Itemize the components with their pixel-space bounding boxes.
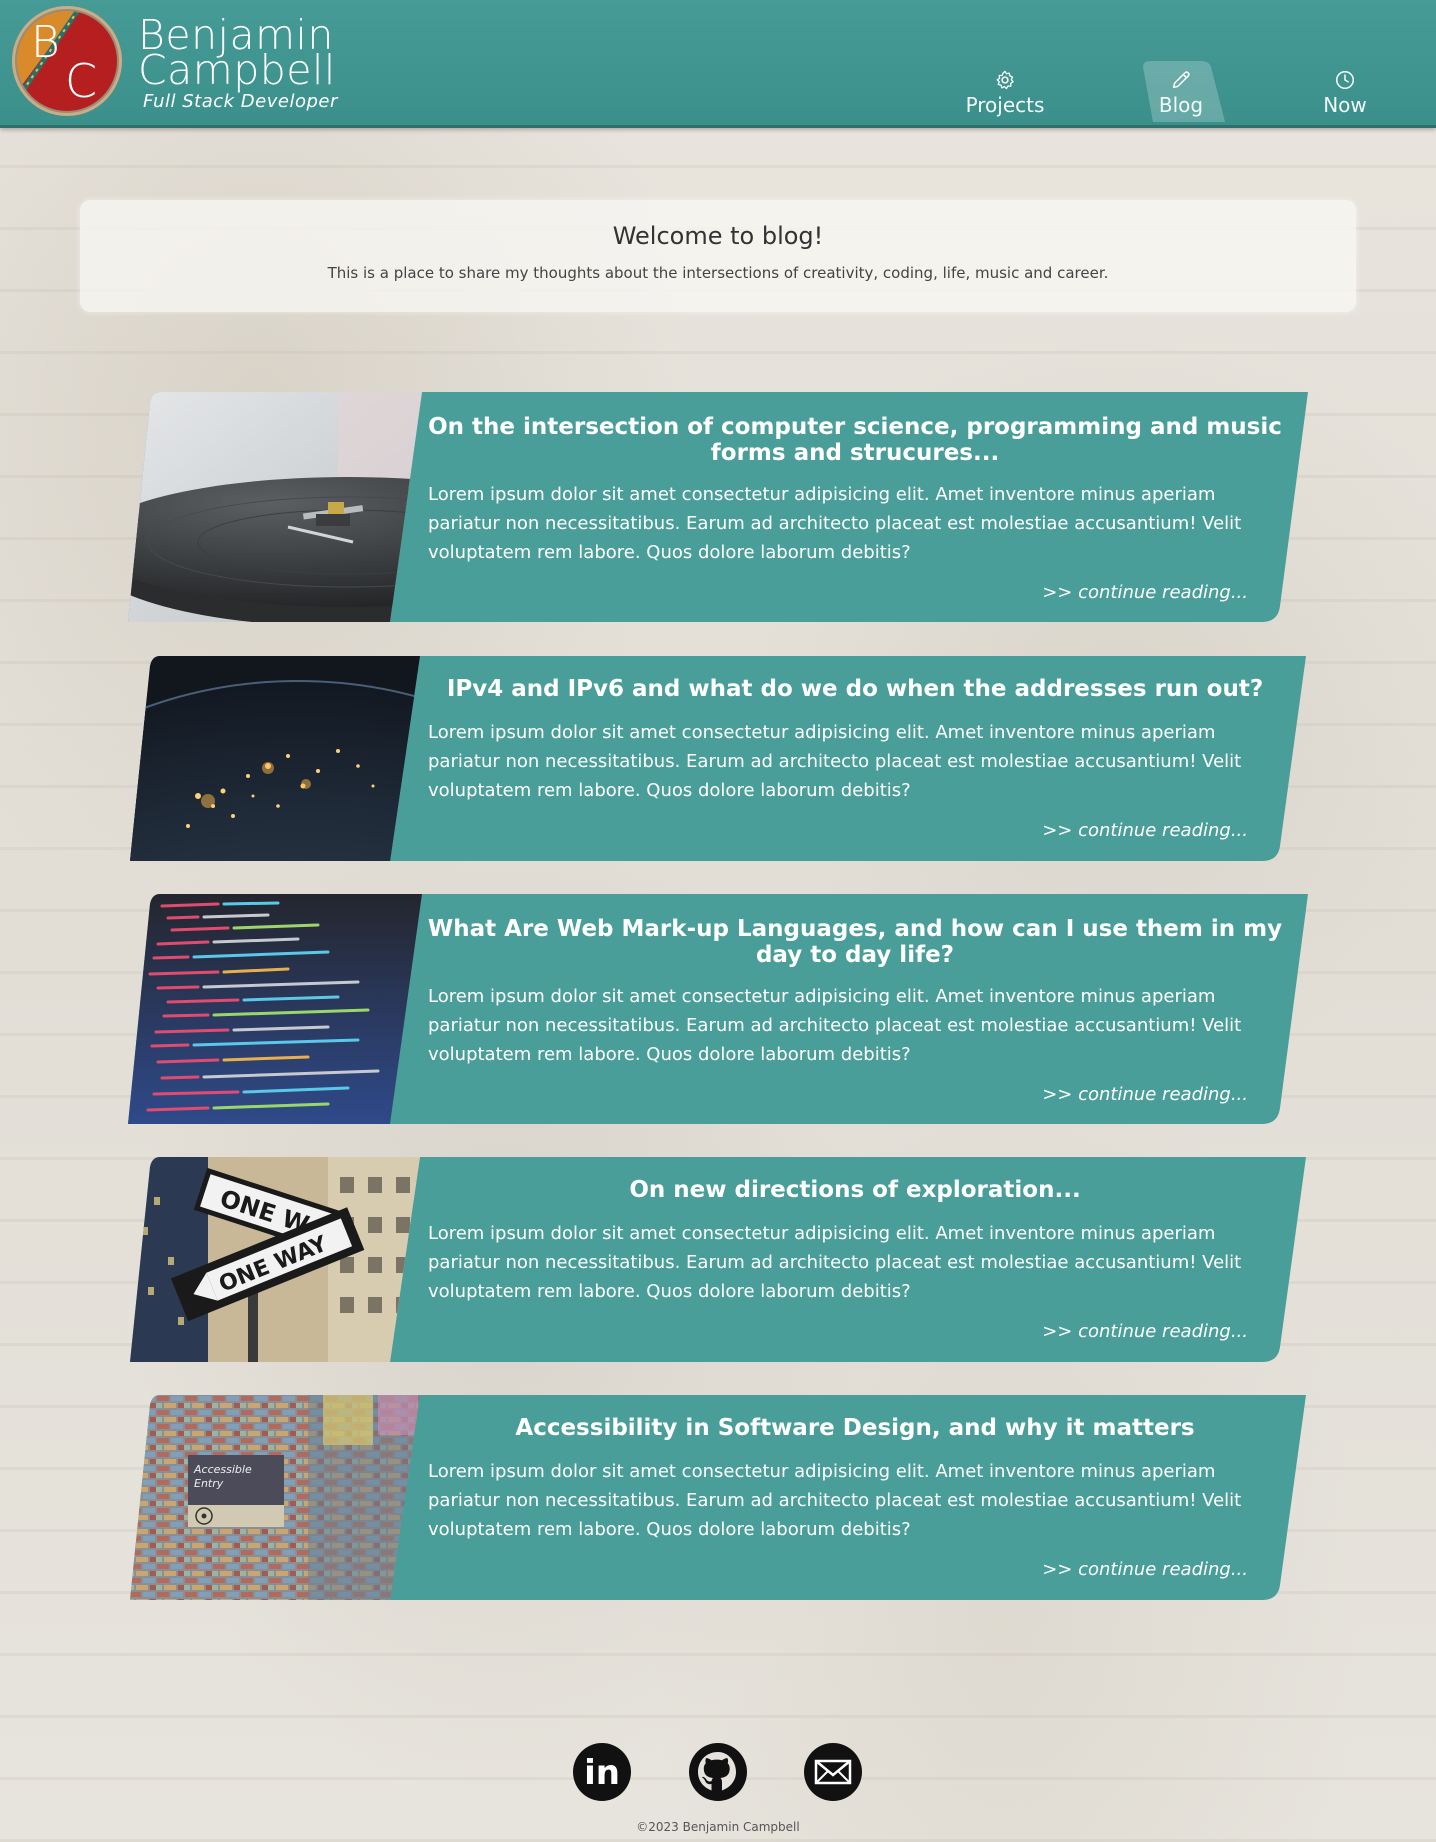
continue-reading-link[interactable]: >> continue reading...: [1042, 820, 1248, 841]
gear-icon: [996, 70, 1014, 90]
site-header: B C Benjamin Campbell Full Stack Develop…: [0, 0, 1436, 128]
nav-now[interactable]: Now: [1285, 62, 1405, 122]
post-title[interactable]: Accessibility in Software Design, and wh…: [420, 1415, 1290, 1441]
earth-at-night-image: [130, 656, 420, 861]
brand-name[interactable]: Benjamin Campbell: [138, 15, 336, 94]
record-player-image: [128, 392, 422, 622]
linkedin-icon[interactable]: in: [572, 1742, 632, 1802]
blog-post-card[interactable]: On the intersection of computer science,…: [128, 392, 1308, 622]
post-title[interactable]: On the intersection of computer science,…: [420, 414, 1290, 466]
continue-reading-link[interactable]: >> continue reading...: [1042, 1559, 1248, 1580]
nav-blog-label: Blog: [1158, 93, 1204, 117]
logo-letter-b: B: [31, 17, 60, 68]
email-icon[interactable]: [803, 1742, 863, 1802]
brand-name-last: Campbell: [138, 46, 336, 94]
blog-post-card[interactable]: Accessible Entry Accessibility in Softwa…: [128, 1395, 1308, 1600]
nav-blog[interactable]: Blog: [1121, 62, 1241, 122]
welcome-title: Welcome to blog!: [612, 222, 824, 250]
post-excerpt: Lorem ipsum dolor sit amet consectetur a…: [428, 484, 1242, 563]
nav-projects-label: Projects: [965, 93, 1045, 117]
logo-letter-c: C: [65, 54, 97, 108]
welcome-text: This is a place to share my thoughts abo…: [327, 264, 1109, 282]
blog-post-card[interactable]: IPv4 and IPv6 and what do we do when the…: [128, 656, 1308, 861]
brand-tagline: Full Stack Developer: [143, 91, 338, 112]
clock-icon: [1336, 71, 1354, 89]
nav-now-label: Now: [1323, 93, 1367, 117]
accessible-entry-sign-image: Accessible Entry: [130, 1395, 420, 1600]
post-excerpt: Lorem ipsum dolor sit amet consectetur a…: [428, 722, 1242, 801]
post-excerpt: Lorem ipsum dolor sit amet consectetur a…: [428, 1223, 1242, 1302]
logo[interactable]: B C: [11, 5, 123, 117]
post-title[interactable]: On new directions of exploration...: [420, 1177, 1290, 1203]
pencil-icon: [1172, 71, 1190, 89]
blog-post-card[interactable]: What Are Web Mark-up Languages, and how …: [128, 894, 1308, 1124]
linkedin-glyph: in: [584, 1753, 620, 1793]
post-title[interactable]: IPv4 and IPv6 and what do we do when the…: [420, 676, 1290, 702]
one-way-signs-image: ONE W ONE WAY: [130, 1157, 420, 1362]
post-title[interactable]: What Are Web Mark-up Languages, and how …: [420, 916, 1290, 968]
welcome-card: Welcome to blog! This is a place to shar…: [80, 200, 1356, 312]
github-icon[interactable]: [688, 1742, 748, 1802]
continue-reading-link[interactable]: >> continue reading...: [1042, 1321, 1248, 1342]
post-excerpt: Lorem ipsum dolor sit amet consectetur a…: [428, 986, 1242, 1065]
copyright-text: ©2023 Benjamin Campbell: [636, 1820, 800, 1834]
post-excerpt: Lorem ipsum dolor sit amet consectetur a…: [428, 1461, 1242, 1540]
sign-text-entry: Entry: [194, 1477, 224, 1490]
blog-post-card[interactable]: ONE W ONE WAY On new directions of explo…: [128, 1157, 1308, 1362]
continue-reading-link[interactable]: >> continue reading...: [1042, 582, 1248, 603]
sign-text-accessible: Accessible: [193, 1463, 252, 1476]
source-code-image: [128, 894, 422, 1124]
nav-projects[interactable]: Projects: [945, 62, 1065, 122]
continue-reading-link[interactable]: >> continue reading...: [1042, 1084, 1248, 1105]
